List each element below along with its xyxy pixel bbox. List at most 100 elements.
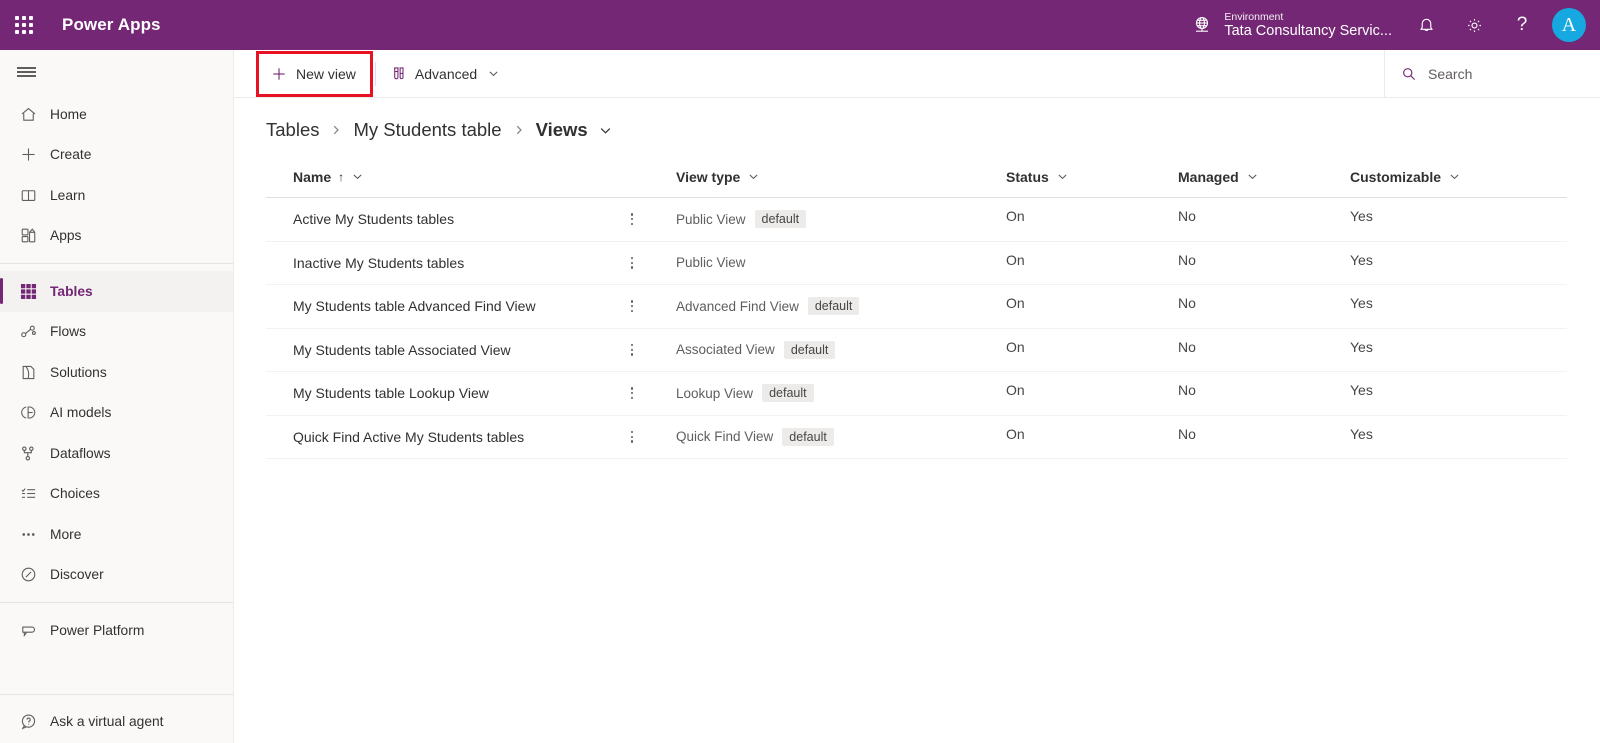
bell-icon[interactable] — [1402, 0, 1450, 50]
chevron-down-icon[interactable] — [1057, 171, 1068, 182]
tables-grid-icon — [11, 279, 45, 303]
sidebar-item-discover[interactable]: Discover — [0, 555, 233, 596]
breadcrumb-dropdown-chevron-down-icon[interactable] — [599, 124, 612, 137]
sidebar-item-label: Apps — [50, 228, 82, 244]
default-badge: default — [783, 340, 836, 359]
sidebar-item-label: More — [50, 526, 82, 542]
sidebar-item-solutions[interactable]: Solutions — [0, 352, 233, 393]
cell-managed: No — [1178, 425, 1196, 442]
new-view-label: New view — [296, 65, 356, 82]
cell-managed: No — [1178, 208, 1196, 224]
cell-status: On — [1006, 338, 1025, 355]
chevron-down-icon[interactable] — [352, 171, 363, 182]
cell-status: On — [1006, 295, 1025, 311]
cell-view-type: Advanced Find View default — [676, 285, 1006, 328]
sidebar-item-flows[interactable]: Flows — [0, 312, 233, 353]
sidebar-item-home[interactable]: Home — [0, 94, 233, 135]
search-icon — [1401, 66, 1417, 82]
view-name: My Students table Lookup View — [293, 385, 489, 402]
solutions-box-icon — [11, 360, 45, 384]
column-header-label: Status — [1006, 168, 1049, 185]
sidebar-item-label: Create — [50, 147, 92, 163]
sidebar-item-choices[interactable]: Choices — [0, 474, 233, 515]
kebab-menu-icon[interactable] — [624, 208, 640, 230]
column-header-customizable[interactable]: Customizable — [1350, 169, 1530, 185]
chevron-right-icon — [330, 124, 342, 136]
kebab-menu-icon[interactable] — [624, 295, 640, 317]
view-name: My Students table Associated View — [293, 341, 511, 358]
table-row[interactable]: My Students table Advanced Find View Adv… — [266, 285, 1567, 329]
cell-name[interactable]: Inactive My Students tables — [266, 242, 676, 285]
view-name: My Students table Advanced Find View — [293, 298, 536, 315]
cell-name[interactable]: Quick Find Active My Students tables — [266, 416, 676, 459]
column-header-name[interactable]: Name ↑ — [266, 169, 676, 185]
breadcrumb-item-my-students-table[interactable]: My Students table — [353, 119, 501, 141]
sidebar-item-label: Power Platform — [50, 622, 145, 638]
question-mark-icon[interactable]: ? — [1498, 0, 1546, 50]
table-row[interactable]: Inactive My Students tables Public View … — [266, 242, 1567, 285]
sidebar-item-label: Choices — [50, 486, 100, 502]
new-view-button[interactable]: New view — [259, 54, 370, 94]
search-input[interactable]: Search — [1384, 49, 1600, 98]
column-header-status[interactable]: Status — [1006, 169, 1178, 185]
sidebar-item-tables[interactable]: Tables — [0, 271, 233, 312]
table-row[interactable]: My Students table Lookup View Lookup Vie… — [266, 372, 1567, 416]
sidebar-item-label: Discover — [50, 567, 104, 583]
breadcrumb: Tables My Students table Views — [234, 98, 1600, 144]
chevron-right-icon — [513, 124, 525, 136]
sidebar-item-ask-a-virtual-agent[interactable]: Ask a virtual agent — [0, 702, 233, 743]
column-header-label: Customizable — [1350, 168, 1442, 185]
breadcrumb-item-tables[interactable]: Tables — [266, 119, 319, 141]
sidebar-item-power-platform[interactable]: Power Platform — [0, 610, 233, 651]
column-header-view-type[interactable]: View type — [676, 169, 1006, 185]
sidebar-item-label: Home — [50, 106, 87, 122]
sidebar-item-learn[interactable]: Learn — [0, 175, 233, 216]
search-placeholder: Search — [1428, 65, 1473, 82]
chevron-down-icon[interactable] — [1449, 171, 1460, 182]
view-type-text: Quick Find View — [676, 429, 774, 445]
cell-name[interactable]: My Students table Advanced Find View — [266, 285, 676, 328]
hamburger-menu-icon[interactable] — [0, 50, 233, 94]
command-divider — [374, 61, 376, 86]
chevron-down-icon[interactable] — [1247, 171, 1258, 182]
table-row[interactable]: Quick Find Active My Students tables Qui… — [266, 416, 1567, 459]
sidebar-item-apps[interactable]: Apps — [0, 216, 233, 257]
cell-name[interactable]: My Students table Associated View — [266, 329, 676, 372]
default-badge: default — [754, 210, 807, 229]
app-launcher-waffle-icon[interactable] — [0, 0, 48, 50]
power-platform-icon — [11, 618, 45, 642]
sidebar-item-label: Flows — [50, 324, 87, 340]
advanced-button[interactable]: Advanced — [378, 53, 511, 95]
view-type-text: Advanced Find View — [676, 298, 799, 314]
breadcrumb-item-views: Views — [535, 119, 588, 140]
sidebar-item-label: Solutions — [50, 364, 107, 380]
table-row[interactable]: My Students table Associated View Associ… — [266, 329, 1567, 372]
cell-customizable: Yes — [1350, 425, 1373, 442]
view-type-text: Public View — [676, 255, 746, 271]
column-header-managed[interactable]: Managed — [1178, 169, 1350, 185]
kebab-menu-icon[interactable] — [624, 252, 640, 274]
chevron-down-icon[interactable] — [748, 171, 759, 182]
sidebar-item-more[interactable]: More — [0, 514, 233, 555]
sidebar-item-dataflows[interactable]: Dataflows — [0, 433, 233, 474]
sidebar-item-ai-models[interactable]: AI models — [0, 393, 233, 434]
cell-name[interactable]: Active My Students tables — [266, 198, 676, 241]
kebab-menu-icon[interactable] — [624, 339, 640, 361]
sidebar-item-create[interactable]: Create — [0, 135, 233, 176]
kebab-menu-icon[interactable] — [624, 382, 640, 404]
sidebar-item-label: Learn — [50, 187, 86, 203]
avatar[interactable]: A — [1552, 8, 1586, 42]
cell-name[interactable]: My Students table Lookup View — [266, 372, 676, 415]
gear-icon[interactable] — [1450, 0, 1498, 50]
environment-picker[interactable]: Environment Tata Consultancy Servic... — [1179, 0, 1402, 50]
cell-customizable: Yes — [1350, 382, 1373, 398]
ai-brain-icon — [11, 401, 45, 425]
table-row[interactable]: Active My Students tables Public View de… — [266, 198, 1567, 242]
cell-customizable: Yes — [1350, 295, 1373, 311]
home-icon — [11, 102, 45, 126]
dataflows-icon — [11, 441, 45, 465]
table-header-row: Name ↑ View type Status Managed Customiz… — [266, 156, 1567, 198]
environment-label: Environment — [1224, 10, 1284, 23]
kebab-menu-icon[interactable] — [624, 426, 640, 448]
brand-title[interactable]: Power Apps — [62, 15, 161, 35]
